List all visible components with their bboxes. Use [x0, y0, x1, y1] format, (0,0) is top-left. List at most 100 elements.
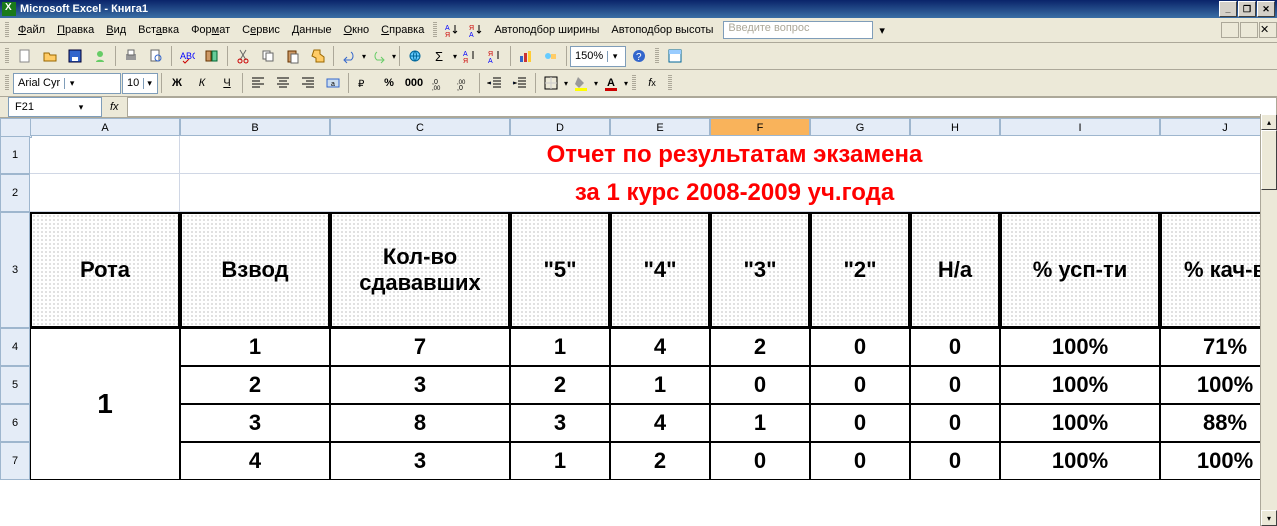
menu-window[interactable]: Окно [338, 21, 376, 39]
bold-icon[interactable]: Ж [165, 71, 189, 95]
name-box[interactable]: F21▾ [8, 97, 102, 117]
spellcheck-icon[interactable]: ABC [175, 44, 199, 68]
print-icon[interactable] [119, 44, 143, 68]
cell-r6-c2[interactable]: 8 [330, 404, 510, 442]
autosum-icon[interactable]: Σ [428, 44, 452, 68]
doc-restore-button[interactable] [1240, 22, 1258, 38]
fill-dropdown[interactable]: ▾ [594, 79, 598, 88]
underline-icon[interactable]: Ч [215, 71, 239, 95]
percent-icon[interactable]: % [377, 71, 401, 95]
cell-r5-c3[interactable]: 2 [510, 366, 610, 404]
permissions-icon[interactable] [88, 44, 112, 68]
cut-icon[interactable] [231, 44, 255, 68]
hyperlink-icon[interactable] [403, 44, 427, 68]
cell-r4-c1[interactable]: 1 [180, 328, 330, 366]
decrease-indent-icon[interactable] [483, 71, 507, 95]
cell-r7-c5[interactable]: 0 [710, 442, 810, 480]
cell-r6-c6[interactable]: 0 [810, 404, 910, 442]
doc-close-button[interactable]: ✕ [1259, 22, 1277, 38]
redo-icon[interactable] [367, 44, 391, 68]
undo-dropdown[interactable]: ▾ [362, 52, 366, 61]
formula-input[interactable] [127, 97, 1277, 117]
merge-icon[interactable]: a [321, 71, 345, 95]
cell-r4-c4[interactable]: 4 [610, 328, 710, 366]
zoom-combo[interactable]: 150%▾ [570, 46, 626, 67]
row-header-7[interactable]: 7 [0, 442, 30, 480]
row-header-2[interactable]: 2 [0, 174, 30, 212]
cell-r6-c4[interactable]: 4 [610, 404, 710, 442]
menu-help[interactable]: Справка [375, 21, 430, 39]
borders-dropdown[interactable]: ▾ [564, 79, 568, 88]
menu-file[interactable]: Файл [12, 21, 51, 39]
cell-r7-c3[interactable]: 1 [510, 442, 610, 480]
row-header-4[interactable]: 4 [0, 328, 30, 366]
header-7[interactable]: Н/а [910, 212, 1000, 328]
header-8[interactable]: % усп-ти [1000, 212, 1160, 328]
row-header-3[interactable]: 3 [0, 212, 30, 328]
drawing-icon[interactable] [539, 44, 563, 68]
cell-r6-c5[interactable]: 1 [710, 404, 810, 442]
research-icon[interactable] [200, 44, 224, 68]
menu-format[interactable]: Формат [185, 21, 236, 39]
cell-r7-c7[interactable]: 0 [910, 442, 1000, 480]
fontsize-combo[interactable]: 10▾ [122, 73, 158, 94]
menu-data[interactable]: Данные [286, 21, 338, 39]
column-header-I[interactable]: I [1000, 118, 1160, 136]
menu-view[interactable]: Вид [100, 21, 132, 39]
row-header-5[interactable]: 5 [0, 366, 30, 404]
cell-r7-c4[interactable]: 2 [610, 442, 710, 480]
header-5[interactable]: "3" [710, 212, 810, 328]
font-combo[interactable]: Arial Cyr▾ [13, 73, 121, 94]
cell-r7-c2[interactable]: 3 [330, 442, 510, 480]
comma-icon[interactable]: 000 [402, 71, 426, 95]
title-row2[interactable]: за 1 курс 2008-2009 уч.года [180, 174, 1277, 212]
cell-r5-c8[interactable]: 100% [1000, 366, 1160, 404]
scroll-thumb[interactable] [1261, 130, 1277, 190]
sort-desc-icon[interactable]: ЯА [483, 44, 507, 68]
copy-icon[interactable] [256, 44, 280, 68]
column-header-C[interactable]: C [330, 118, 510, 136]
grip-icon[interactable] [632, 75, 636, 91]
close-button[interactable]: ✕ [1257, 1, 1275, 17]
help-icon[interactable]: ? [627, 44, 651, 68]
header-1[interactable]: Взвод [180, 212, 330, 328]
fontcolor-dropdown[interactable]: ▾ [624, 79, 628, 88]
ask-question-input[interactable]: Введите вопрос [723, 21, 873, 39]
cell-r4-c2[interactable]: 7 [330, 328, 510, 366]
sort-asc-icon[interactable]: АЯ [458, 44, 482, 68]
worksheet[interactable]: ABCDEFGHIJ 1234567 Отчет по результатам … [0, 118, 1277, 526]
column-header-G[interactable]: G [810, 118, 910, 136]
sort-desc-icon[interactable]: ЯА [464, 18, 488, 42]
column-header-A[interactable]: A [30, 118, 180, 136]
select-all-corner[interactable] [0, 118, 32, 138]
menu-edit[interactable]: Правка [51, 21, 100, 39]
grip-icon[interactable] [668, 75, 672, 91]
menu-service[interactable]: Сервис [236, 21, 286, 39]
cell-r5-c2[interactable]: 3 [330, 366, 510, 404]
row-header-6[interactable]: 6 [0, 404, 30, 442]
undo-icon[interactable] [337, 44, 361, 68]
grip-icon[interactable] [5, 75, 9, 91]
cell-r5-c1[interactable]: 2 [180, 366, 330, 404]
cell-r4-c5[interactable]: 2 [710, 328, 810, 366]
header-6[interactable]: "2" [810, 212, 910, 328]
cell-r7-c1[interactable]: 4 [180, 442, 330, 480]
cell-r5-c7[interactable]: 0 [910, 366, 1000, 404]
cell-A2[interactable] [30, 174, 180, 212]
font-color-icon[interactable]: A [599, 71, 623, 95]
fx-toolbar-icon[interactable]: fx [640, 71, 664, 95]
minimize-button[interactable]: _ [1219, 1, 1237, 17]
column-header-H[interactable]: H [910, 118, 1000, 136]
title-row1[interactable]: Отчет по результатам экзамена [180, 136, 1277, 174]
new-icon[interactable] [13, 44, 37, 68]
cell-r6-c8[interactable]: 100% [1000, 404, 1160, 442]
preview-icon[interactable] [144, 44, 168, 68]
chart-icon[interactable] [514, 44, 538, 68]
cell-r7-c8[interactable]: 100% [1000, 442, 1160, 480]
align-center-icon[interactable] [271, 71, 295, 95]
grip-icon[interactable] [433, 22, 437, 38]
align-left-icon[interactable] [246, 71, 270, 95]
save-icon[interactable] [63, 44, 87, 68]
header-0[interactable]: Рота [30, 212, 180, 328]
cell-r4-c6[interactable]: 0 [810, 328, 910, 366]
